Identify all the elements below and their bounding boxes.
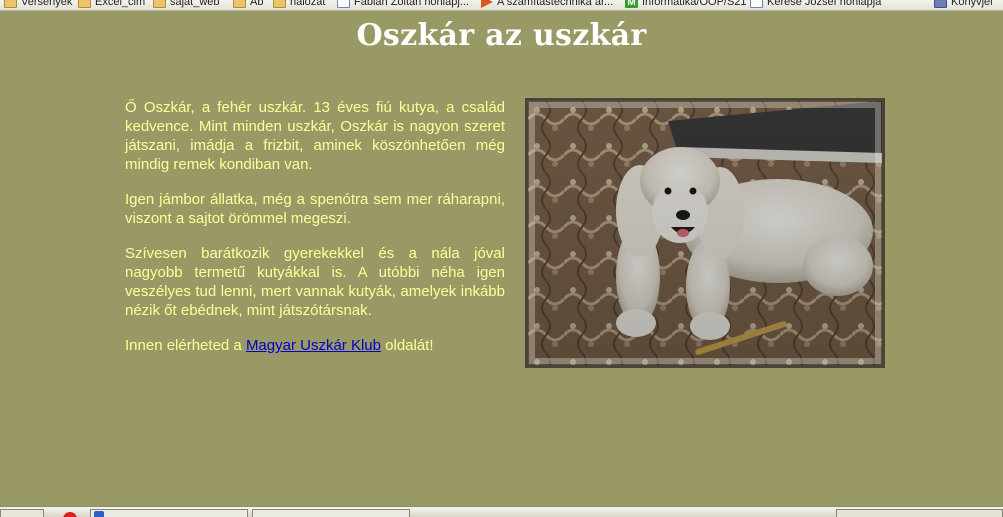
bookmark-link[interactable]: Könyvjel [934,0,993,9]
bookmark-label: Könyvjel [951,0,993,8]
paragraph: Ő Oszkár, a fehér uszkár. 13 éves fiú ku… [125,99,505,173]
page-icon [337,0,350,8]
folder-icon [233,0,246,8]
stop-icon[interactable] [63,512,77,517]
poodle-photo [525,98,885,368]
bookmark-folder[interactable]: sajat_web [153,0,220,9]
paragraph: Szívesen barátkozik gyerekekkel és a nál… [125,245,505,319]
bookmark-folder[interactable]: Ab [233,0,263,9]
bookmark-label: halozat [290,0,326,8]
folder-icon [4,0,17,8]
bookmark-label: Ab [250,0,264,8]
paragraph: Igen jámbor állatka, még a spenótra sem … [125,191,505,227]
bookmark-label: Kerese József honlapja [767,0,882,8]
bookmark-folder[interactable]: Excel_cim [78,0,145,9]
bookmarks-bar: Versenyek Excel_cim sajat_web Ab halozat… [0,0,1003,11]
bookmark-link[interactable]: Fábián Zoltán honlapj... [337,0,469,9]
page-icon [750,0,763,8]
page-title: Oszkár az uszkár [356,18,647,53]
bookmark-label: sajat_web [170,0,220,8]
bookmark-label: Informatika/OOP/S21 [642,0,747,8]
folder-icon [153,0,166,8]
description-column: Ő Oszkár, a fehér uszkár. 13 éves fiú ku… [125,98,505,371]
bookmark-folder[interactable]: Versenyek [4,0,72,9]
club-link[interactable]: Magyar Uszkár Klub [246,337,381,354]
m-icon: M [625,0,638,8]
bookmark-link[interactable]: M Informatika/OOP/S21 [625,0,747,9]
bookmark-link[interactable]: A számítástechnika ár... [481,0,613,9]
arrow-icon [481,0,493,8]
bookmark-link[interactable]: Kerese József honlapja [750,0,881,9]
folder-icon [78,0,91,8]
bookmark-label: Excel_cim [95,0,146,8]
link-prefix-text: Innen elérheted a [125,337,246,354]
browser-icon [94,511,104,517]
link-suffix-text: oldalát! [380,337,434,354]
bookmark-folder[interactable]: halozat [273,0,325,9]
bookmark-label: Fábián Zoltán honlapj... [354,0,469,8]
bookmark-label: Versenyek [21,0,73,8]
link-paragraph: Innen elérheted a Magyar Uszkár Klub old… [125,336,505,355]
taskbar [0,506,1003,517]
bookmark-label: A számítástechnika ár... [497,0,614,8]
books-icon [934,0,947,8]
folder-icon [273,0,286,8]
